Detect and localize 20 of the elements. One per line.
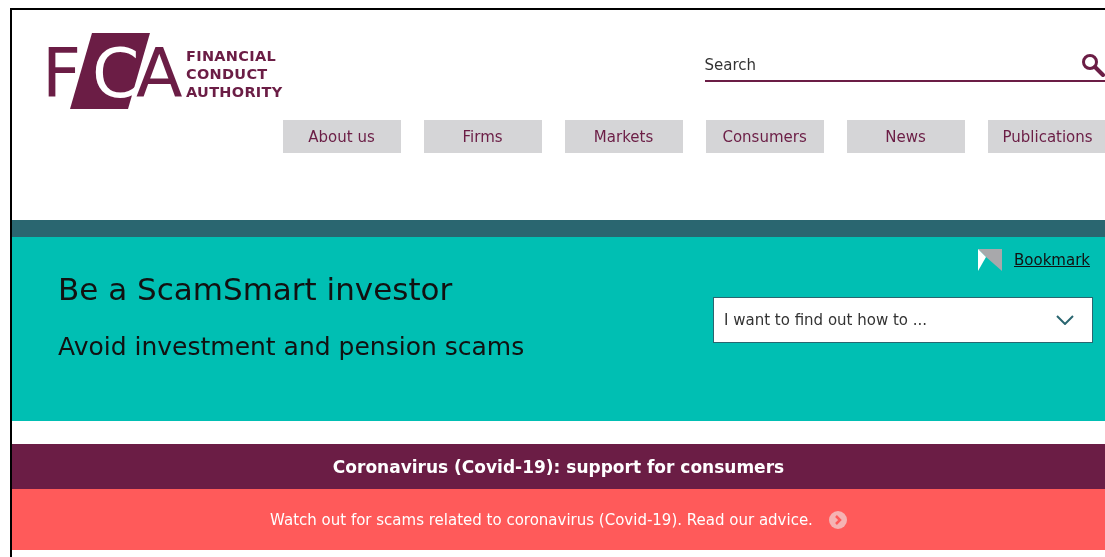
nav-button[interactable]: About us (282, 120, 401, 153)
logo-text: FINANCIAL (186, 47, 277, 65)
nav-button[interactable]: News (846, 120, 965, 153)
logo-text: CONDUCT (186, 65, 269, 83)
search-icon[interactable] (1080, 53, 1105, 77)
hero-subtitle: Avoid investment and pension scams (58, 332, 525, 361)
arrow-circle-icon[interactable] (828, 510, 847, 529)
covid-banner[interactable]: Coronavirus (Covid-19): support for consumers (12, 444, 1105, 489)
bookmark-link[interactable]: Bookmark (1014, 251, 1090, 269)
bookmark-icon[interactable] (978, 249, 1002, 271)
logo-text: AUTHORITY (186, 83, 283, 101)
topic-dropdown[interactable]: I want to find out how to ... (713, 297, 1093, 343)
chevron-icon (1056, 315, 1074, 325)
nav-button[interactable]: Markets (564, 120, 683, 153)
nav-button[interactable]: Consumers (705, 120, 824, 153)
hero-title: Be a ScamSmart investor (58, 271, 454, 307)
search-field[interactable]: Search (704, 50, 1105, 82)
banner-title: Coronavirus (Covid-19): support for consumers (332, 456, 785, 477)
nav-button[interactable]: Firms (423, 120, 542, 153)
nav-button[interactable]: Publications (987, 120, 1105, 153)
